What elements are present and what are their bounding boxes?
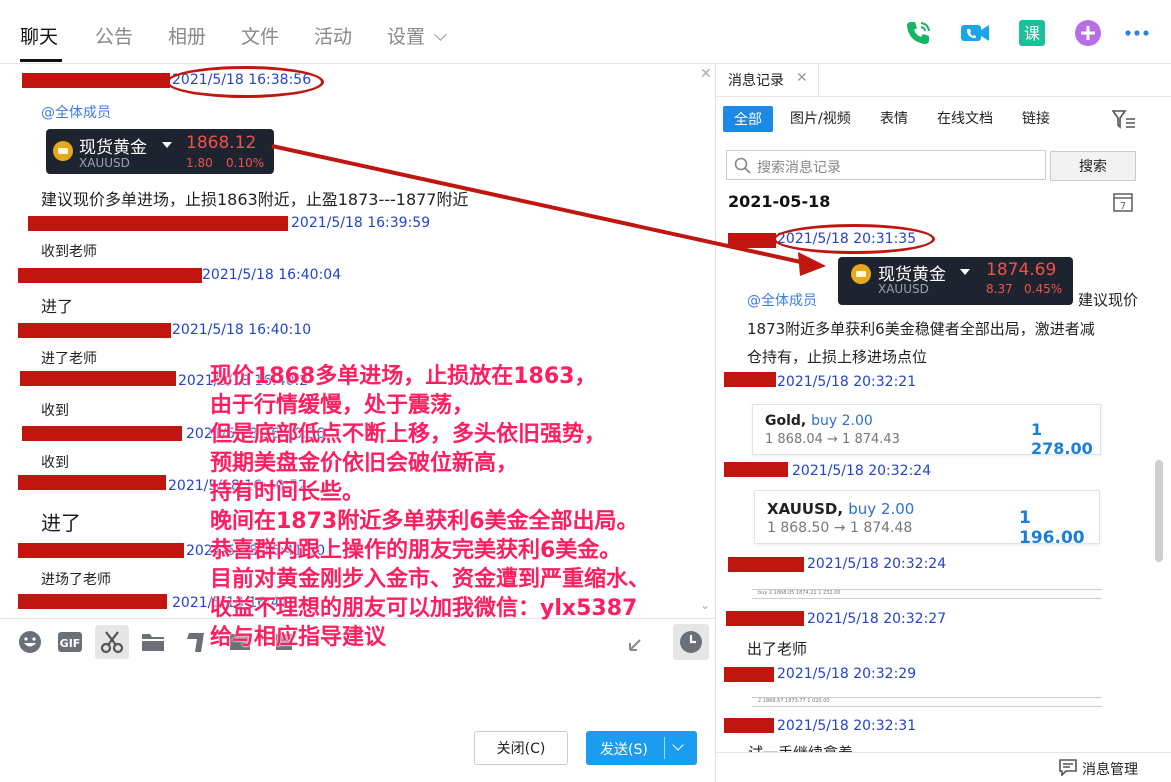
overlay-line: 现价1868多单进场，止损放在1863， (210, 364, 597, 389)
overlay-line: 收益不理想的朋友可以加我微信：ylx5387 (210, 596, 638, 621)
overlay-line: 晚间在1873附近多单获利6美金全部出局。 (210, 509, 639, 534)
overlay-line: 给与相应指导建议 (210, 625, 387, 650)
overlay-line: 目前对黄金刚步入金市、资金遭到严重缩水、 (210, 567, 651, 592)
overlay-line: 但是底部低点不断上移，多头依旧强势， (210, 422, 607, 447)
overlay-line: 恭喜群内跟上操作的朋友完美获利6美金。 (210, 538, 622, 563)
overlay-line: 持有时间长些。 (210, 480, 365, 505)
annotation-overlay: 现价1868多单进场，止损放在1863， 由于行情缓慢，处于震荡， 但是底部低点… (210, 362, 650, 652)
overlay-line: 预期美盘金价依旧会破位新高， (210, 451, 519, 476)
overlay-line: 由于行情缓慢，处于震荡， (210, 393, 475, 418)
